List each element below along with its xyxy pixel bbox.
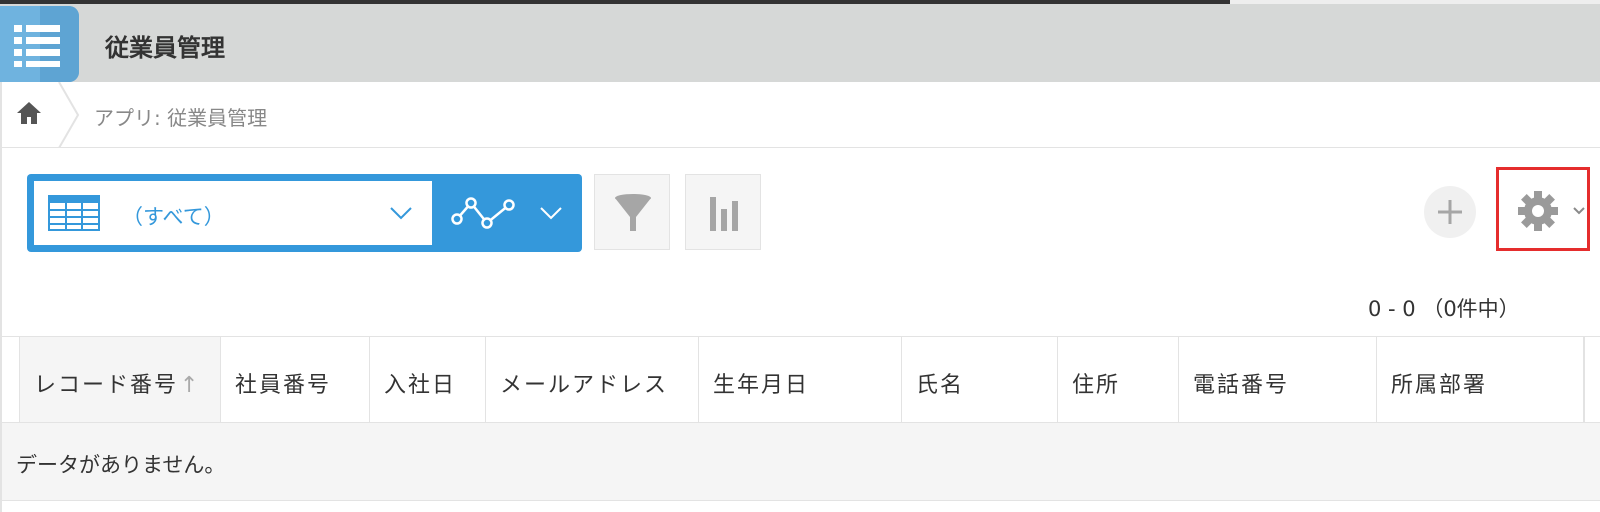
view-dropdown[interactable]: （すべて） [34,181,432,245]
column-header-email[interactable]: メールアドレス [486,337,699,422]
column-label: レコード番号 [34,373,179,398]
home-button[interactable] [16,100,46,130]
column-header-hire-date[interactable]: 入社日 [370,337,486,422]
app-header: 従業員管理 [0,4,1600,82]
empty-message: データがありません。 [16,453,226,477]
column-label: 生年月日 [713,373,810,398]
plus-icon [1438,200,1462,224]
column-label: 氏名 [916,373,965,398]
chevron-down-icon [390,207,412,220]
column-label: 所属部署 [1391,373,1488,398]
home-icon [17,102,41,124]
column-label: 電話番号 [1193,373,1290,398]
column-header-employee-number[interactable]: 社員番号 [221,337,370,422]
table-view-icon [48,195,100,231]
table-header-row: レコード番号↑ 社員番号 入社日 メールアドレス 生年月日 氏名 住所 電話番号… [2,337,1600,423]
chart-button[interactable] [685,174,761,250]
gear-icon [1518,191,1558,231]
column-header-phone[interactable]: 電話番号 [1179,337,1377,422]
view-label: （すべて） [122,205,225,229]
filter-button[interactable] [594,174,670,250]
empty-table-row: データがありません。 [2,423,1600,501]
row-lead-cell [2,337,20,423]
column-label: 住所 [1072,373,1121,398]
graph-view-button[interactable] [437,181,577,245]
settings-button[interactable] [1496,167,1590,251]
header-scroll-stub [1584,337,1600,422]
chevron-down-icon [540,207,562,220]
column-label: 入社日 [384,373,457,398]
sort-ascending-icon: ↑ [180,373,201,398]
pagination-info: 0 - 0 （0件中） [1368,297,1520,321]
column-label: 社員番号 [235,373,332,398]
column-label: メールアドレス [500,373,669,398]
breadcrumb: アプリ: 従業員管理 [0,82,1600,148]
graph-line-icon [451,197,515,229]
column-header-birth-date[interactable]: 生年月日 [699,337,902,422]
list-icon [14,25,60,67]
column-header-address[interactable]: 住所 [1058,337,1179,422]
breadcrumb-current[interactable]: アプリ: 従業員管理 [94,102,267,131]
app-icon[interactable] [0,6,79,82]
view-selector: （すべて） [27,174,582,252]
bar-chart-icon [710,197,738,231]
record-table: レコード番号↑ 社員番号 入社日 メールアドレス 生年月日 氏名 住所 電話番号… [2,336,1600,506]
column-header-name[interactable]: 氏名 [902,337,1058,422]
column-header-record-number[interactable]: レコード番号↑ [20,337,221,422]
app-title: 従業員管理 [105,34,225,62]
breadcrumb-separator [58,82,80,148]
filter-icon [615,194,651,231]
add-record-button[interactable] [1424,186,1476,238]
column-header-department[interactable]: 所属部署 [1377,337,1584,422]
chevron-down-icon [1573,207,1585,215]
